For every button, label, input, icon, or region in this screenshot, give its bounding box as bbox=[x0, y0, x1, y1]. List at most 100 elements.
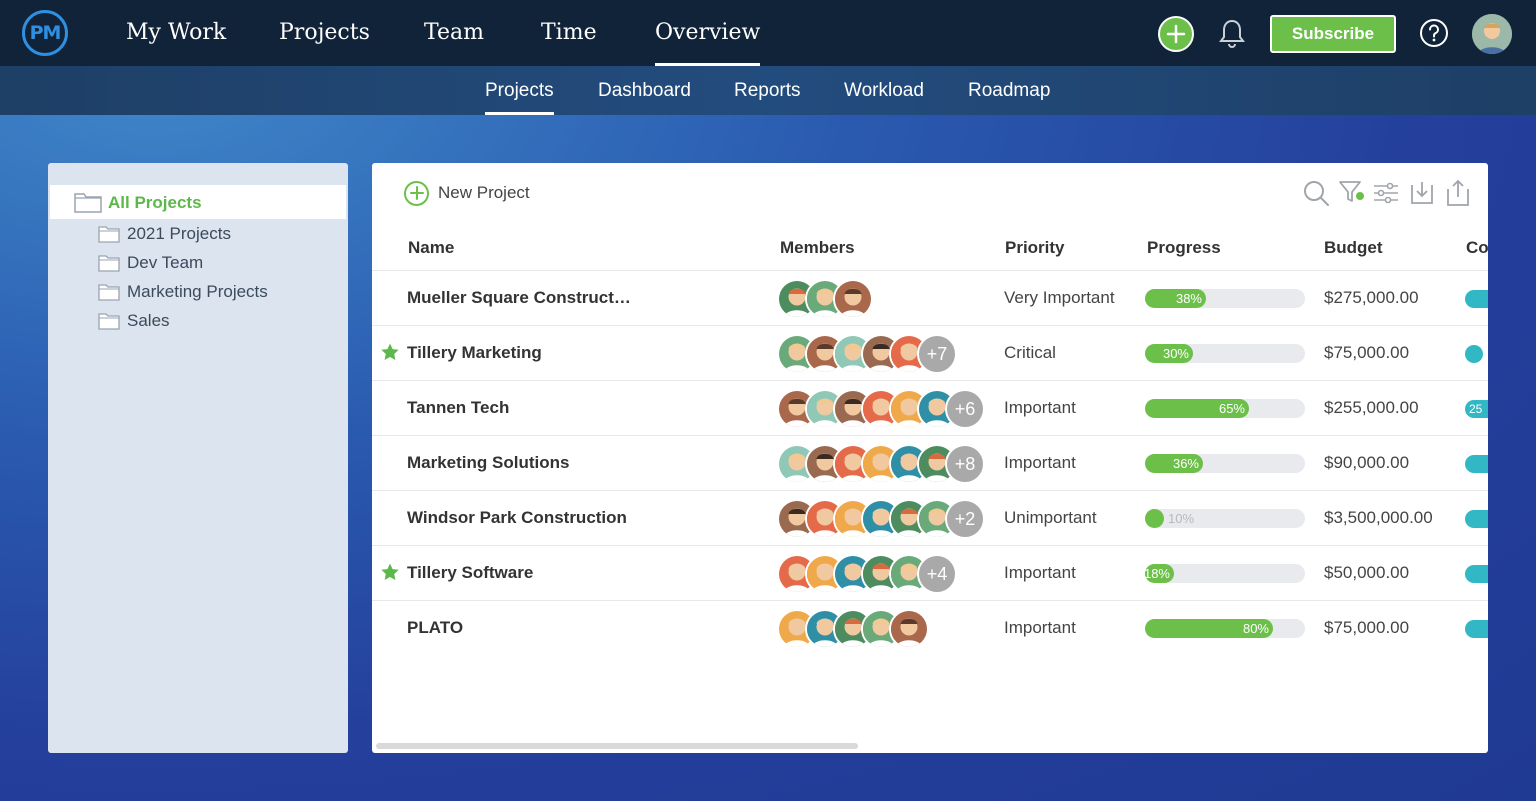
progress-fill: 38% bbox=[1145, 289, 1206, 308]
sidebar-item-label: 2021 Projects bbox=[127, 224, 231, 243]
settings-sliders-icon[interactable] bbox=[1372, 179, 1400, 207]
more-members-badge[interactable]: +2 bbox=[945, 499, 985, 539]
priority-value: Important bbox=[1004, 398, 1076, 417]
subscribe-button[interactable]: Subscribe bbox=[1270, 15, 1396, 53]
progress-bar: 80% bbox=[1145, 619, 1305, 638]
column-header-progress[interactable]: Progress bbox=[1147, 238, 1221, 258]
table-row[interactable]: Windsor Park Construction +2 Unimportant 10… bbox=[372, 490, 1488, 545]
sidebar-item-label: Sales bbox=[127, 311, 170, 330]
member-avatar bbox=[833, 279, 873, 319]
budget-value: $255,000.00 bbox=[1324, 398, 1419, 417]
search-icon[interactable] bbox=[1302, 179, 1330, 207]
priority-value: Important bbox=[1004, 563, 1076, 582]
nav-my-work[interactable]: My Work bbox=[126, 0, 226, 66]
cost-indicator bbox=[1465, 290, 1488, 308]
share-icon[interactable] bbox=[1444, 179, 1472, 207]
progress-label: 38% bbox=[1175, 291, 1202, 306]
priority-value: Important bbox=[1004, 618, 1076, 637]
more-members-badge[interactable]: +7 bbox=[917, 334, 957, 374]
more-members-badge[interactable]: +4 bbox=[917, 554, 957, 594]
progress-bar: 36% bbox=[1145, 454, 1305, 473]
pm-logo[interactable]: PM bbox=[22, 10, 68, 56]
progress-label: 18% bbox=[1143, 566, 1170, 581]
nav-projects[interactable]: Projects bbox=[279, 0, 370, 66]
folder-icon bbox=[98, 226, 120, 243]
cost-indicator bbox=[1465, 565, 1488, 583]
cost-indicator bbox=[1465, 455, 1488, 473]
project-folders-sidebar: All Projects 2021 Projects Dev Team Mark… bbox=[48, 163, 348, 753]
help-icon[interactable] bbox=[1419, 18, 1449, 48]
budget-value: $50,000.00 bbox=[1324, 563, 1410, 582]
cost-indicator: 25 bbox=[1465, 400, 1488, 418]
sidebar-item-label[interactable]: All Projects bbox=[108, 193, 202, 213]
add-icon[interactable] bbox=[1158, 16, 1194, 52]
column-header-members[interactable]: Members bbox=[780, 238, 855, 258]
progress-fill: 36% bbox=[1145, 454, 1203, 473]
table-row[interactable]: PLATO Important 80% $75,000.00 bbox=[372, 600, 1488, 655]
projects-panel: New Project Name Members Priority Progre… bbox=[372, 163, 1488, 753]
filter-icon[interactable] bbox=[1338, 179, 1366, 207]
column-header-co[interactable]: Co bbox=[1466, 238, 1488, 258]
nav-overview[interactable]: Overview bbox=[655, 0, 761, 66]
project-name[interactable]: PLATO bbox=[407, 618, 463, 638]
tab-workload[interactable]: Workload bbox=[844, 66, 924, 115]
more-members-badge[interactable]: +8 bbox=[945, 444, 985, 484]
column-header-budget[interactable]: Budget bbox=[1324, 238, 1383, 258]
progress-bar: 18% bbox=[1143, 564, 1305, 583]
horizontal-scrollbar[interactable] bbox=[376, 743, 858, 749]
new-project-button[interactable]: New Project bbox=[404, 180, 530, 206]
table-row[interactable]: Tillery Software +4 Important 18% $50,000.00 bbox=[372, 545, 1488, 600]
progress-label: 65% bbox=[1218, 401, 1245, 416]
project-name[interactable]: Windsor Park Construction bbox=[407, 508, 627, 528]
member-avatar bbox=[889, 609, 929, 649]
progress-bar: 65% bbox=[1145, 399, 1305, 418]
progress-bar: 30% bbox=[1145, 344, 1305, 363]
add-icon bbox=[404, 180, 429, 206]
progress-label: 80% bbox=[1242, 621, 1269, 636]
table-row[interactable]: Mueller Square Construct… Very Important 3… bbox=[372, 270, 1488, 325]
progress-label: 30% bbox=[1162, 346, 1189, 361]
more-members-badge[interactable]: +6 bbox=[945, 389, 985, 429]
progress-fill: 80% bbox=[1145, 619, 1273, 638]
star-icon[interactable] bbox=[380, 562, 400, 582]
project-name[interactable]: Tillery Software bbox=[407, 563, 533, 583]
project-name[interactable]: Tannen Tech bbox=[407, 398, 509, 418]
progress-bar: 38% bbox=[1145, 289, 1305, 308]
tab-dashboard[interactable]: Dashboard bbox=[598, 66, 691, 115]
tab-roadmap[interactable]: Roadmap bbox=[968, 66, 1050, 115]
cost-indicator bbox=[1465, 345, 1483, 363]
star-icon[interactable] bbox=[380, 342, 400, 362]
folder-icon bbox=[98, 255, 120, 272]
budget-value: $90,000.00 bbox=[1324, 453, 1410, 472]
top-navigation-bar: PM My Work Projects Team Time Overview S… bbox=[0, 0, 1536, 66]
nav-time[interactable]: Time bbox=[541, 0, 597, 66]
column-header-name[interactable]: Name bbox=[408, 238, 454, 258]
table-row[interactable]: Marketing Solutions +8 Important 36% $90,000… bbox=[372, 435, 1488, 490]
budget-value: $75,000.00 bbox=[1324, 343, 1410, 362]
progress-bar: 10% bbox=[1145, 509, 1305, 528]
nav-team[interactable]: Team bbox=[424, 0, 484, 66]
priority-value: Important bbox=[1004, 453, 1076, 472]
budget-value: $75,000.00 bbox=[1324, 618, 1410, 637]
column-header-priority[interactable]: Priority bbox=[1005, 238, 1065, 258]
progress-label: 36% bbox=[1172, 456, 1199, 471]
project-name[interactable]: Mueller Square Construct… bbox=[407, 288, 631, 308]
priority-value: Very Important bbox=[1004, 288, 1115, 307]
cost-indicator bbox=[1465, 620, 1488, 638]
project-name[interactable]: Tillery Marketing bbox=[407, 343, 542, 363]
user-avatar[interactable] bbox=[1472, 14, 1512, 54]
table-row[interactable]: Tillery Marketing +7 Critical 30% $75,000.00 bbox=[372, 325, 1488, 380]
budget-value: $275,000.00 bbox=[1324, 288, 1419, 307]
tab-projects[interactable]: Projects bbox=[485, 66, 554, 115]
progress-fill: 18% bbox=[1143, 564, 1174, 583]
project-name[interactable]: Marketing Solutions bbox=[407, 453, 569, 473]
tab-reports[interactable]: Reports bbox=[734, 66, 801, 115]
download-icon[interactable] bbox=[1408, 179, 1436, 207]
progress-label: 10% bbox=[1168, 511, 1195, 526]
progress-fill: 65% bbox=[1145, 399, 1249, 418]
new-project-label: New Project bbox=[438, 183, 530, 202]
table-row[interactable]: Tannen Tech +6 Important 65% $255,000.00 25 bbox=[372, 380, 1488, 435]
bell-icon[interactable] bbox=[1217, 17, 1247, 49]
sub-navigation-bar: Projects Dashboard Reports Workload Road… bbox=[0, 66, 1536, 115]
progress-fill bbox=[1145, 509, 1164, 528]
